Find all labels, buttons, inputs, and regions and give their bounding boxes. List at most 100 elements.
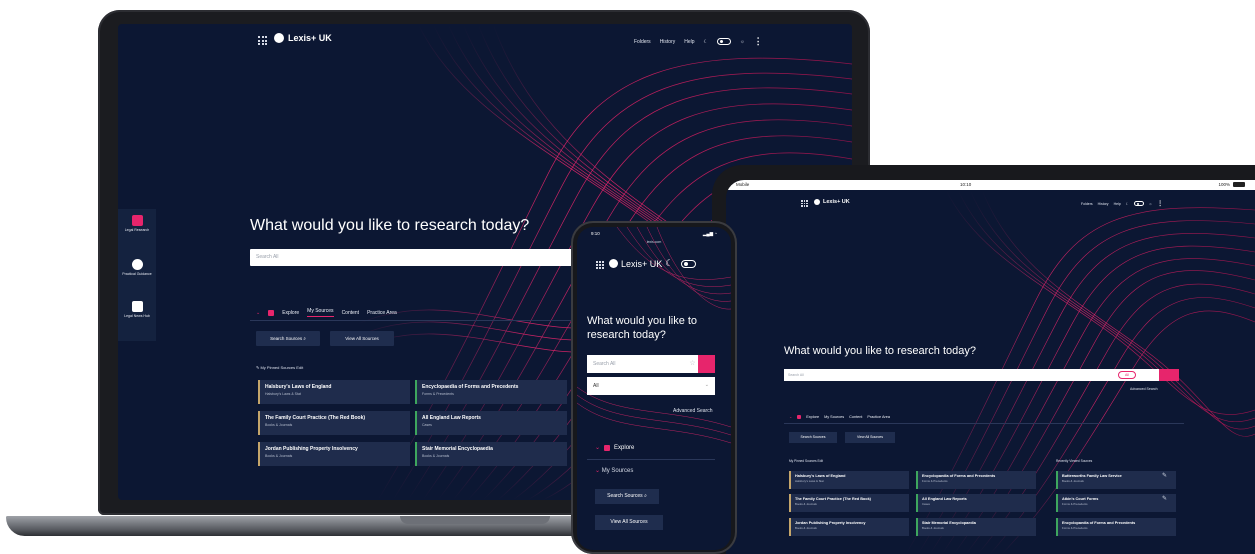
brand-name: Lexis+ UK [823,199,850,205]
app-grid-icon[interactable] [596,261,604,269]
phone-status-bar: 9:10 ▂▄▆ ◔ [577,227,731,241]
tab-divider [784,423,1184,424]
app-grid-icon[interactable] [801,200,808,207]
lexis-logo-icon [609,259,618,268]
tablet-screen: Mobile 10:10 100% Lexis+ UK Folders Hist… [726,180,1255,554]
sidebar-item-legal-news-hub[interactable]: Legal News Hub [118,301,156,318]
source-card[interactable]: The Family Court Practice (The Red Book)… [258,411,410,435]
source-card[interactable]: Stair Memorial Encyclopaedia Books & Jou… [916,518,1036,536]
search-input[interactable]: Search All [784,369,1169,381]
explore-toggle[interactable]: ⌄ Explore [595,444,634,451]
device-mockup: Lexis+ UK Folders History Help ☾ ☼ ⋮ Leg… [0,0,1255,554]
brand-logo[interactable]: Lexis+ UK ☾ [609,258,673,269]
browser-url[interactable]: lexis.com [622,240,686,244]
status-battery: 100% [1218,182,1230,187]
laptop-hinge [400,516,550,524]
brand-logo[interactable]: Lexis+ UK [814,199,850,205]
status-carrier: Mobile [736,182,750,187]
nav-help[interactable]: Help [684,39,694,45]
pin-icon[interactable]: ✎ [1162,495,1167,502]
search-sources-button[interactable]: Search Sources ⌕ [256,331,320,346]
recent-source-card[interactable]: Atkin's Court Forms Forms & Precedents [1056,494,1176,512]
pinned-edit-link[interactable]: Edit [296,365,303,370]
chevron-down-icon[interactable]: ⌄ [789,414,792,419]
source-card[interactable]: Halsbury's Laws of England Halsbury's La… [258,380,410,404]
source-card[interactable]: All England Law Reports Cases [415,411,567,435]
search-sources-button[interactable]: Search Sources [789,432,837,443]
view-all-sources-button[interactable]: View All Sources [595,515,663,530]
tab-content[interactable]: Content [849,415,862,419]
status-time: 9:10 [591,231,600,236]
chevron-down-icon[interactable]: ⌄ [256,310,260,316]
tab-my-sources[interactable]: My Sources [824,415,844,419]
more-options-icon[interactable]: ⋮ [1157,200,1163,207]
tab-practice-area[interactable]: Practice Area [367,310,397,316]
theme-toggle[interactable] [1133,201,1144,206]
nav-history[interactable]: History [1098,202,1109,206]
signal-icon: ▂▄▆ ◔ [702,231,717,236]
recent-source-card[interactable]: Butterworths Family Law Service Books & … [1056,471,1176,489]
search-scope-select[interactable]: All [1118,371,1136,379]
top-nav: Folders History Help ☾ ☼ ⋮ [634,36,763,47]
search-input[interactable]: Search All [587,355,687,373]
star-icon[interactable]: ☆ [687,355,698,373]
moon-icon: ☾ [665,258,674,268]
search-button[interactable] [698,355,715,373]
nav-folders[interactable]: Folders [634,39,651,45]
top-nav: Folders History Help ☾ ☼ ⋮ [1081,200,1163,207]
theme-toggle[interactable] [717,38,732,45]
pinned-edit-link[interactable]: Edit [818,459,824,463]
recent-source-card[interactable]: Encyclopaedia of Forms and Precedents Fo… [1056,518,1176,536]
page-heading: What would you like to research today? [250,217,530,234]
legal-research-icon [131,215,143,226]
sidebar: Legal Research Practical Guidance Legal … [118,209,156,341]
source-card[interactable]: Encyclopaedia of Forms and Precedents Fo… [415,380,567,404]
source-card[interactable]: Halsbury's Laws of England Halsbury's La… [789,471,909,489]
source-card[interactable]: Jordan Publishing Property Insolvency Bo… [789,518,909,536]
tab-explore[interactable]: Explore [282,310,299,316]
tab-practice-area[interactable]: Practice Area [867,415,890,419]
sidebar-item-legal-research[interactable]: Legal Research [118,215,156,232]
lexis-logo-icon [274,33,284,43]
nav-help[interactable]: Help [1114,202,1121,206]
battery-icon [1233,182,1245,187]
theme-toggle[interactable] [681,260,696,268]
nav-folders[interactable]: Folders [1081,202,1093,206]
source-card[interactable]: The Family Court Practice (The Red Book)… [789,494,909,512]
explore-icon [797,414,802,419]
pin-icon[interactable]: ✎ [1162,472,1167,479]
page-heading: What would you like to research today? [784,345,976,357]
tablet-status-bar: Mobile 10:10 100% [726,180,1255,190]
brand-logo[interactable]: Lexis+ UK [274,33,332,43]
sun-icon: ☼ [1148,201,1153,206]
sidebar-item-practical-guidance[interactable]: Practical Guidance [118,259,156,276]
legal-news-icon [131,301,143,312]
view-all-sources-button[interactable]: View All Sources [330,331,394,346]
my-sources-toggle[interactable]: ⌄ My Sources [595,467,633,474]
pinned-sources-header: ✎ My Pinned Sources Edit [256,365,304,370]
source-card[interactable]: Jordan Publishing Property Insolvency Bo… [258,442,410,466]
view-all-sources-button[interactable]: View All Sources [845,432,895,443]
source-card[interactable]: All England Law Reports Cases [916,494,1036,512]
advanced-search-link[interactable]: Advanced Search [1130,387,1158,391]
nav-history[interactable]: History [660,39,676,45]
tab-explore[interactable]: Explore [806,415,819,419]
pinned-sources-header: My Pinned Sources Edit [789,459,824,463]
search-input[interactable]: Search All [250,249,575,266]
brand-name: Lexis+ UK [288,33,332,43]
moon-icon: ☾ [1125,201,1129,206]
app-grid-icon[interactable] [258,36,267,45]
phone-screen: 9:10 ▂▄▆ ◔ lexis.com Lexis+ UK ☾ What wo… [577,227,731,550]
more-options-icon[interactable]: ⋮ [754,36,763,47]
search-scope-select[interactable]: All ⌄ [587,377,715,395]
lexis-logo-icon [814,199,820,205]
tab-content[interactable]: Content [342,310,360,316]
source-card[interactable]: Encyclopaedia of Forms and Precedents Fo… [916,471,1036,489]
source-card[interactable]: Stair Memorial Encyclopaedia Books & Jou… [415,442,567,466]
tab-my-sources[interactable]: My Sources [307,308,334,317]
advanced-search-link[interactable]: Advanced Search [673,408,712,414]
practical-guidance-icon [131,259,143,270]
search-sources-button[interactable]: Search Sources ⌕ [595,489,659,504]
search-button[interactable] [1159,369,1179,381]
chevron-down-icon: ⌄ [704,382,709,388]
